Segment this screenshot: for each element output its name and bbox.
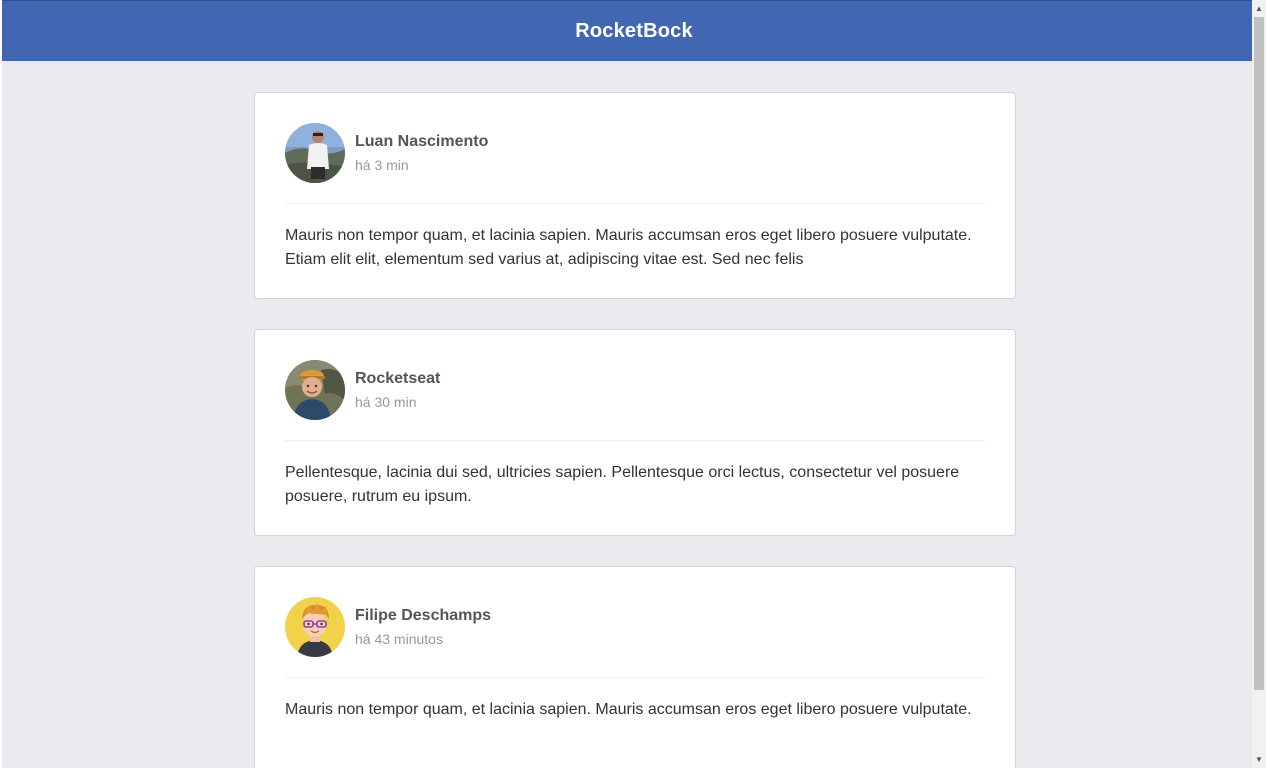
app-title[interactable]: RocketBock	[575, 20, 693, 43]
page-viewport: RocketBock Luan Nascimento há 3 min Maur…	[2, 0, 1266, 768]
post-content: Mauris non tempor quam, et lacinia sapie…	[285, 701, 972, 718]
author-name[interactable]: Luan Nascimento	[355, 132, 488, 152]
post-header: Luan Nascimento há 3 min	[285, 123, 985, 204]
post-content: Pellentesque, lacinia dui sed, ultricies…	[285, 464, 960, 505]
author-name[interactable]: Filipe Deschamps	[355, 606, 491, 626]
post-card: Rocketseat há 30 min Pellentesque, lacin…	[254, 329, 1016, 536]
author-info: Filipe Deschamps há 43 minutos	[355, 606, 491, 648]
person-photo-icon	[285, 360, 345, 420]
scroll-thumb[interactable]	[1254, 17, 1264, 690]
post-content: Mauris non tempor quam, et lacinia sapie…	[285, 227, 972, 268]
author-name[interactable]: Rocketseat	[355, 369, 440, 389]
post-card: Luan Nascimento há 3 min Mauris non temp…	[254, 92, 1016, 299]
author-info: Rocketseat há 30 min	[355, 369, 440, 411]
post-time: há 43 minutos	[355, 631, 443, 647]
avatar-rocketseat[interactable]	[285, 360, 345, 420]
avatar-filipe[interactable]	[285, 597, 345, 657]
post-time: há 30 min	[355, 394, 417, 410]
post-header: Filipe Deschamps há 43 minutos	[285, 597, 985, 678]
top-header: RocketBock	[2, 0, 1266, 61]
vertical-scrollbar[interactable]: ▲ ▼	[1252, 0, 1266, 768]
post-feed: Luan Nascimento há 3 min Mauris non temp…	[254, 92, 1016, 768]
cartoon-avatar-icon	[285, 597, 345, 657]
post-time: há 3 min	[355, 157, 409, 173]
scroll-up-arrow-icon[interactable]: ▲	[1252, 0, 1266, 17]
post-card: Filipe Deschamps há 43 minutos Mauris no…	[254, 566, 1016, 768]
post-header: Rocketseat há 30 min	[285, 360, 985, 441]
person-photo-icon	[285, 123, 345, 183]
author-info: Luan Nascimento há 3 min	[355, 132, 488, 174]
scroll-down-arrow-icon[interactable]: ▼	[1252, 751, 1266, 768]
avatar-luan[interactable]	[285, 123, 345, 183]
